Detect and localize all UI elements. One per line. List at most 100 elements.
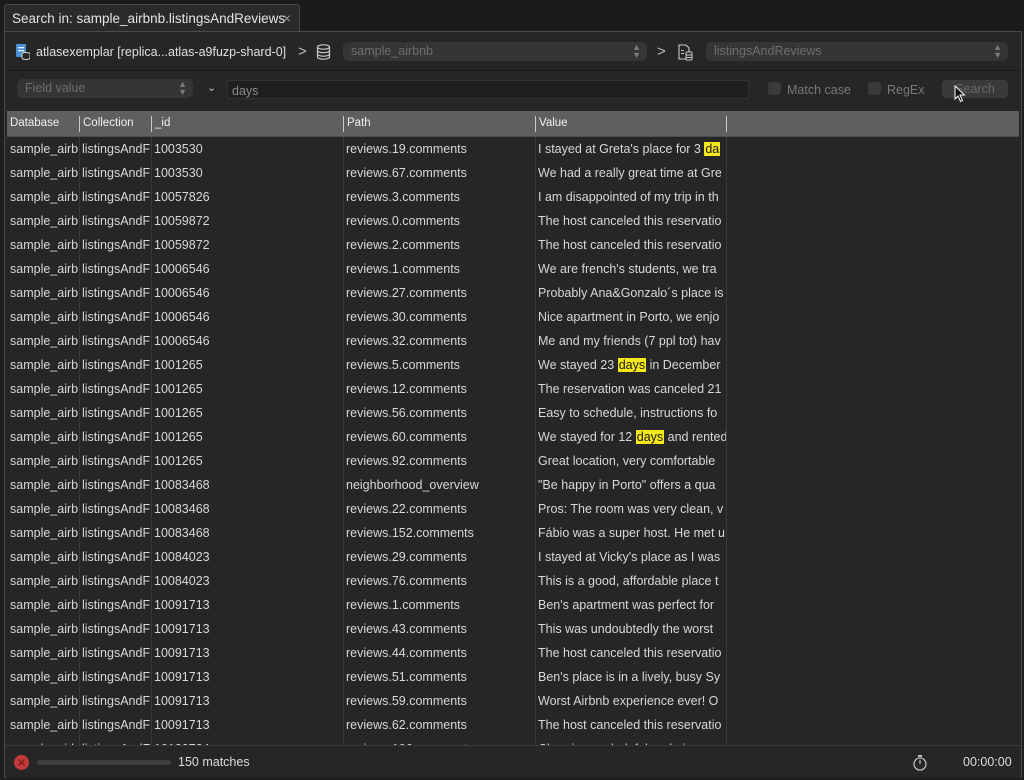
- table-row[interactable]: sample_airb listingsAndF 10091713 reviews.5…: [7, 689, 1019, 713]
- cell-collection: listingsAndF: [82, 550, 151, 564]
- cell-collection: listingsAndF: [82, 286, 151, 300]
- search-button[interactable]: Search: [942, 80, 1008, 98]
- cell-collection: listingsAndF: [82, 430, 151, 444]
- regex-label: RegEx: [887, 83, 925, 97]
- table-row[interactable]: sample_airb listingsAndF 1003530 reviews.67…: [7, 161, 1019, 185]
- tab-search[interactable]: Search in: sample_airbnb.listingsAndRevi…: [4, 4, 300, 32]
- cell-collection: listingsAndF: [82, 190, 151, 204]
- value-text: We stayed for 12: [538, 430, 636, 444]
- cell-path: reviews.60.comments: [346, 430, 467, 444]
- value-text: I am disappointed of my trip in th: [538, 190, 719, 204]
- table-row[interactable]: sample_airb listingsAndF 10083468 neighborh…: [7, 473, 1019, 497]
- cell-collection: listingsAndF: [82, 238, 151, 252]
- updown-icon: ▲ ▼: [178, 79, 187, 97]
- cell-database: sample_airb: [10, 454, 79, 468]
- cell-database: sample_airb: [10, 166, 79, 180]
- column-resize-handle[interactable]: [726, 116, 727, 132]
- value-text: Ben's apartment was perfect for: [538, 598, 715, 612]
- cell-id: 10057826: [154, 190, 210, 204]
- progress-bar: [37, 760, 171, 765]
- table-row[interactable]: sample_airb listingsAndF 10084023 reviews.7…: [7, 569, 1019, 593]
- table-row[interactable]: sample_airb listingsAndF 10006546 reviews.3…: [7, 305, 1019, 329]
- cell-id: 1001265: [154, 382, 203, 396]
- table-row[interactable]: sample_airb listingsAndF 10091713 reviews.5…: [7, 665, 1019, 689]
- cell-id: 10059872: [154, 238, 210, 252]
- cell-collection: listingsAndF: [82, 574, 151, 588]
- history-chevron-down-icon[interactable]: ⌄: [207, 81, 216, 94]
- cell-database: sample_airb: [10, 670, 79, 684]
- column-header-path[interactable]: Path: [344, 111, 534, 136]
- cell-value: This was undoubtedly the worst: [538, 617, 726, 641]
- table-row[interactable]: sample_airb listingsAndF 1001265 reviews.5.…: [7, 353, 1019, 377]
- value-text: Great location, very comfortable: [538, 454, 716, 468]
- cell-id: 1001265: [154, 430, 203, 444]
- cell-value: We are french's students, we tra: [538, 257, 726, 281]
- value-text: We stayed 23: [538, 358, 618, 372]
- status-bar: 150 matches 00:00:00: [5, 745, 1021, 778]
- table-row[interactable]: sample_airb listingsAndF 10091713 reviews.6…: [7, 713, 1019, 737]
- cell-database: sample_airb: [10, 622, 79, 636]
- cell-value: Me and my friends (7 ppl tot) hav: [538, 329, 726, 353]
- value-text: in December: [646, 358, 721, 372]
- table-row[interactable]: sample_airb listingsAndF 10091713 reviews.4…: [7, 641, 1019, 665]
- cell-database: sample_airb: [10, 382, 79, 396]
- cell-collection: listingsAndF: [82, 718, 151, 732]
- connection-label[interactable]: atlasexemplar [replica...atlas-a9fuzp-sh…: [36, 45, 286, 59]
- results-table: Database Collection _id Path Value sampl…: [7, 111, 1019, 747]
- table-row[interactable]: sample_airb listingsAndF 1001265 reviews.56…: [7, 401, 1019, 425]
- cell-collection: listingsAndF: [82, 310, 151, 324]
- cell-value: We had a really great time at Gre: [538, 161, 726, 185]
- table-row[interactable]: sample_airb listingsAndF 10084023 reviews.2…: [7, 545, 1019, 569]
- cell-collection: listingsAndF: [82, 646, 151, 660]
- cell-id: 10084023: [154, 574, 210, 588]
- column-header-value[interactable]: Value: [536, 111, 726, 136]
- match-case-checkbox[interactable]: [768, 82, 781, 95]
- table-row[interactable]: sample_airb listingsAndF 10091713 reviews.1…: [7, 593, 1019, 617]
- table-row[interactable]: sample_airb listingsAndF 10057826 reviews.3…: [7, 185, 1019, 209]
- cell-collection: listingsAndF: [82, 502, 151, 516]
- search-input[interactable]: [227, 80, 749, 99]
- search-mode-select[interactable]: Field value ▲ ▼: [17, 79, 193, 98]
- value-text: I stayed at Vicky's place as I was: [538, 550, 721, 564]
- cell-database: sample_airb: [10, 478, 79, 492]
- cell-collection: listingsAndF: [82, 694, 151, 708]
- database-select[interactable]: sample_airbnb ▲ ▼: [343, 42, 647, 61]
- collection-select[interactable]: listingsAndReviews ▲ ▼: [706, 42, 1008, 61]
- cell-id: 10059872: [154, 214, 210, 228]
- cell-id: 10091713: [154, 670, 210, 684]
- cell-collection: listingsAndF: [82, 382, 151, 396]
- table-row[interactable]: sample_airb listingsAndF 10083468 reviews.1…: [7, 521, 1019, 545]
- table-row[interactable]: sample_airb listingsAndF 1001265 reviews.92…: [7, 449, 1019, 473]
- table-row[interactable]: sample_airb listingsAndF 10059872 reviews.0…: [7, 209, 1019, 233]
- table-row[interactable]: sample_airb listingsAndF 1003530 reviews.19…: [7, 137, 1019, 161]
- cell-database: sample_airb: [10, 238, 79, 252]
- cell-id: 10006546: [154, 262, 210, 276]
- cell-path: reviews.30.comments: [346, 310, 467, 324]
- value-text: We are french's students, we tra: [538, 262, 717, 276]
- table-row[interactable]: sample_airb listingsAndF 10006546 reviews.1…: [7, 257, 1019, 281]
- stop-icon[interactable]: [14, 755, 29, 770]
- cell-path: reviews.92.comments: [346, 454, 467, 468]
- value-text: Ben's place is in a lively, busy Sy: [538, 670, 721, 684]
- column-header-collection[interactable]: Collection: [80, 111, 150, 136]
- column-header-id[interactable]: _id: [152, 111, 342, 136]
- cell-database: sample_airb: [10, 334, 79, 348]
- table-row[interactable]: sample_airb listingsAndF 1001265 reviews.12…: [7, 377, 1019, 401]
- regex-checkbox[interactable]: [868, 82, 881, 95]
- cell-path: reviews.76.comments: [346, 574, 467, 588]
- cell-value: The host canceled this reservatio: [538, 233, 726, 257]
- cell-value: "Be happy in Porto" offers a qua: [538, 473, 726, 497]
- close-icon[interactable]: ×: [283, 10, 291, 26]
- cell-path: reviews.22.comments: [346, 502, 467, 516]
- table-row[interactable]: sample_airb listingsAndF 10083468 reviews.2…: [7, 497, 1019, 521]
- table-row[interactable]: sample_airb listingsAndF 10059872 reviews.2…: [7, 233, 1019, 257]
- cell-value: Ben's apartment was perfect for: [538, 593, 726, 617]
- table-row[interactable]: sample_airb listingsAndF 1001265 reviews.60…: [7, 425, 1019, 449]
- table-row[interactable]: sample_airb listingsAndF 10006546 reviews.3…: [7, 329, 1019, 353]
- cell-collection: listingsAndF: [82, 166, 151, 180]
- cell-collection: listingsAndF: [82, 262, 151, 276]
- table-row[interactable]: sample_airb listingsAndF 10006546 reviews.2…: [7, 281, 1019, 305]
- table-row[interactable]: sample_airb listingsAndF 10091713 reviews.4…: [7, 617, 1019, 641]
- cell-path: reviews.43.comments: [346, 622, 467, 636]
- column-header-database[interactable]: Database: [7, 111, 78, 136]
